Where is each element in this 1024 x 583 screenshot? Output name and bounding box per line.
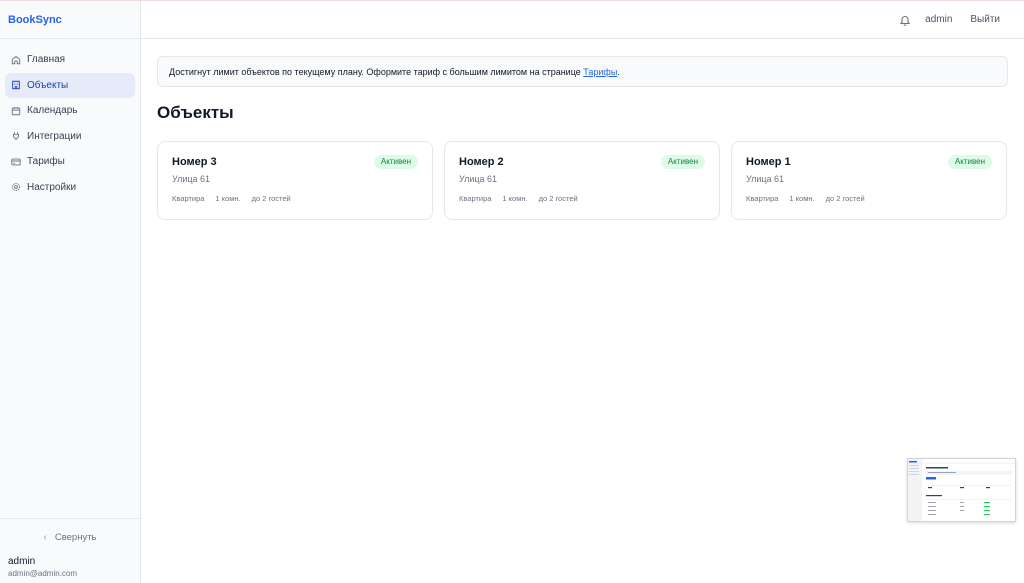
object-guests: до 2 гостей bbox=[825, 194, 865, 203]
object-address: Улица 61 bbox=[459, 174, 498, 184]
object-type: Квартира bbox=[746, 194, 779, 203]
sidebar-item-label: Настройки bbox=[27, 181, 77, 193]
top-bar: admin Выйти bbox=[141, 1, 1024, 39]
sidebar-item-integrations[interactable]: Интеграции bbox=[5, 124, 135, 149]
object-meta: Квартира 1 комн. до 2 гостей bbox=[459, 194, 705, 203]
sidebar-item-calendar[interactable]: Календарь bbox=[5, 98, 135, 123]
status-badge: Активен bbox=[660, 155, 705, 169]
object-card[interactable]: Номер 3 Активен Улица 61 Квартира 1 комн… bbox=[157, 141, 433, 220]
object-guests: до 2 гостей bbox=[251, 194, 291, 203]
object-type: Квартира bbox=[172, 194, 205, 203]
sidebar-user: admin admin@admin.com bbox=[8, 556, 77, 580]
alert-suffix: . bbox=[617, 66, 620, 77]
object-rooms: 1 комн. bbox=[215, 194, 241, 203]
sidebar-item-label: Объекты bbox=[27, 79, 69, 91]
calendar-icon bbox=[11, 106, 21, 116]
sidebar-nav: Главная Объекты Календарь Интеграции Тар… bbox=[0, 39, 140, 200]
sidebar-item-label: Интеграции bbox=[27, 130, 82, 142]
home-icon bbox=[11, 55, 21, 65]
sidebar-user-email: admin@admin.com bbox=[8, 569, 78, 578]
chevron-left-icon: ‹ bbox=[43, 532, 47, 543]
app-logo[interactable]: BookSync bbox=[0, 1, 140, 39]
plug-icon bbox=[11, 131, 21, 141]
sidebar-item-settings[interactable]: Настройки bbox=[5, 175, 135, 200]
sidebar-item-label: Тарифы bbox=[27, 156, 65, 168]
bell-icon[interactable] bbox=[899, 14, 911, 26]
header-username[interactable]: admin bbox=[925, 14, 952, 25]
object-meta: Квартира 1 комн. до 2 гостей bbox=[746, 194, 992, 203]
sidebar-item-label: Главная bbox=[27, 54, 66, 65]
sidebar-item-label: Календарь bbox=[27, 105, 78, 117]
limit-alert: Достигнут лимит объектов по текущему пла… bbox=[157, 56, 1008, 87]
screenshot-thumbnail[interactable] bbox=[907, 458, 1016, 522]
object-meta: Квартира 1 комн. до 2 гостей bbox=[172, 194, 418, 203]
object-card[interactable]: Номер 2 Активен Улица 61 Квартира 1 комн… bbox=[444, 141, 720, 220]
main-content: Достигнут лимит объектов по текущему пла… bbox=[157, 56, 1008, 220]
sidebar-user-name: admin bbox=[8, 556, 36, 567]
credit-card-icon bbox=[11, 157, 21, 167]
sidebar-item-pricing[interactable]: Тарифы bbox=[5, 149, 135, 174]
object-address: Улица 61 bbox=[746, 174, 785, 184]
pricing-link[interactable]: Тарифы bbox=[583, 67, 617, 77]
sidebar: BookSync Главная Объекты Календарь Интег… bbox=[0, 1, 141, 583]
object-guests: до 2 гостей bbox=[538, 194, 578, 203]
object-rooms: 1 комн. bbox=[502, 194, 528, 203]
status-badge: Активен bbox=[373, 155, 418, 169]
sidebar-item-objects[interactable]: Объекты bbox=[5, 72, 135, 98]
sidebar-item-home[interactable]: Главная bbox=[5, 47, 135, 72]
logout-button[interactable]: Выйти bbox=[970, 14, 1000, 25]
building-icon bbox=[11, 80, 21, 90]
gear-icon bbox=[11, 182, 21, 192]
object-card[interactable]: Номер 1 Активен Улица 61 Квартира 1 комн… bbox=[731, 141, 1007, 220]
object-address: Улица 61 bbox=[172, 174, 211, 184]
object-type: Квартира bbox=[459, 194, 492, 203]
collapse-sidebar-button[interactable]: ‹ Свернуть bbox=[0, 518, 140, 556]
thumbnail-preview-graphic bbox=[908, 459, 1015, 521]
alert-text: Достигнут лимит объектов по текущему пла… bbox=[169, 66, 581, 77]
object-rooms: 1 комн. bbox=[789, 194, 815, 203]
status-badge: Активен bbox=[947, 155, 992, 169]
collapse-label: Свернуть bbox=[54, 532, 97, 543]
objects-grid: Номер 3 Активен Улица 61 Квартира 1 комн… bbox=[157, 141, 1008, 220]
page-title: Объекты bbox=[157, 103, 234, 122]
